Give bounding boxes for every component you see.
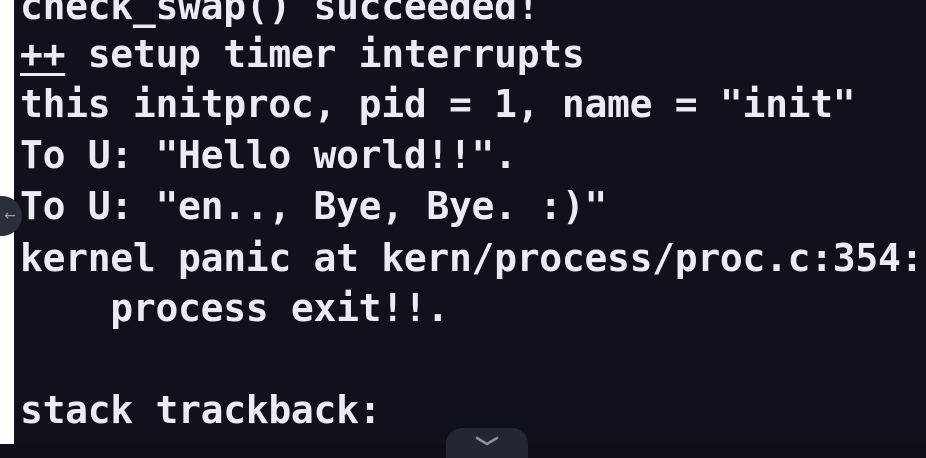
prefix-marker: ++ [20, 32, 66, 76]
chevron-down-icon [475, 436, 499, 446]
terminal-output[interactable]: check_swap() succeeded! ++ setup timer i… [14, 0, 926, 444]
terminal-line: ++ setup timer interrupts [20, 28, 585, 80]
terminal-line: this initproc, pid = 1, name = "init" [20, 82, 856, 126]
expand-handle[interactable] [446, 428, 528, 458]
terminal-line: process exit!!. [20, 286, 449, 330]
terminal-line-text: setup timer interrupts [65, 32, 585, 76]
terminal-line: To U: "en.., Bye, Bye. :)" [20, 184, 608, 228]
terminal-line: stack trackback: [20, 388, 382, 432]
terminal-line: kernel panic at kern/process/proc.c:354: [20, 236, 924, 280]
terminal-line: To U: "Hello world!!". [20, 133, 517, 177]
